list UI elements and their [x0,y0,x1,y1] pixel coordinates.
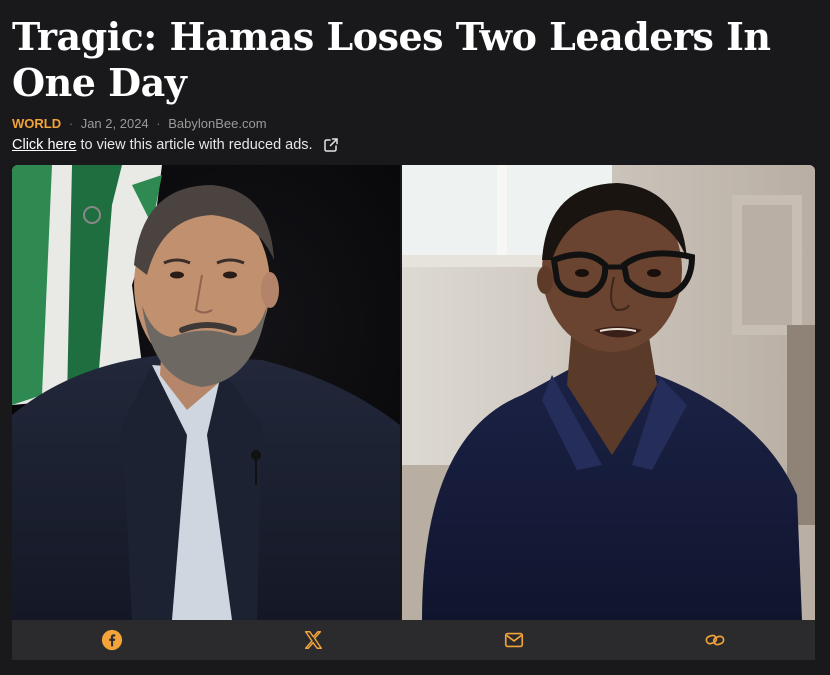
hero-image-left [12,165,400,620]
reduced-ads-link[interactable]: Click here [12,137,76,153]
facebook-icon [102,629,123,651]
category-label[interactable]: WORLD [12,116,61,131]
facebook-share-button[interactable] [92,620,132,660]
article-meta: WORLD · Jan 2, 2024 · BabylonBee.com [12,116,267,131]
meta-separator: · [156,116,161,131]
x-icon [305,631,323,649]
article-source: BabylonBee.com [168,116,267,131]
reduced-ads-text: to view this article with reduced ads. [80,137,313,153]
link-icon [705,634,725,646]
article-date: Jan 2, 2024 [80,116,149,131]
hero-image-right [402,165,815,620]
reduced-ads-notice: Click here to view this article with red… [12,137,339,153]
article-title: Tragic: Hamas Loses Two Leaders In One D… [12,14,771,105]
meta-separator: · [68,116,74,131]
email-icon [504,632,523,648]
article-hero-image [12,165,815,620]
external-link-icon[interactable] [323,137,339,153]
copy-link-button[interactable] [695,620,735,660]
x-share-button[interactable] [293,620,333,660]
email-share-button[interactable] [494,620,534,660]
share-bar [12,620,815,660]
